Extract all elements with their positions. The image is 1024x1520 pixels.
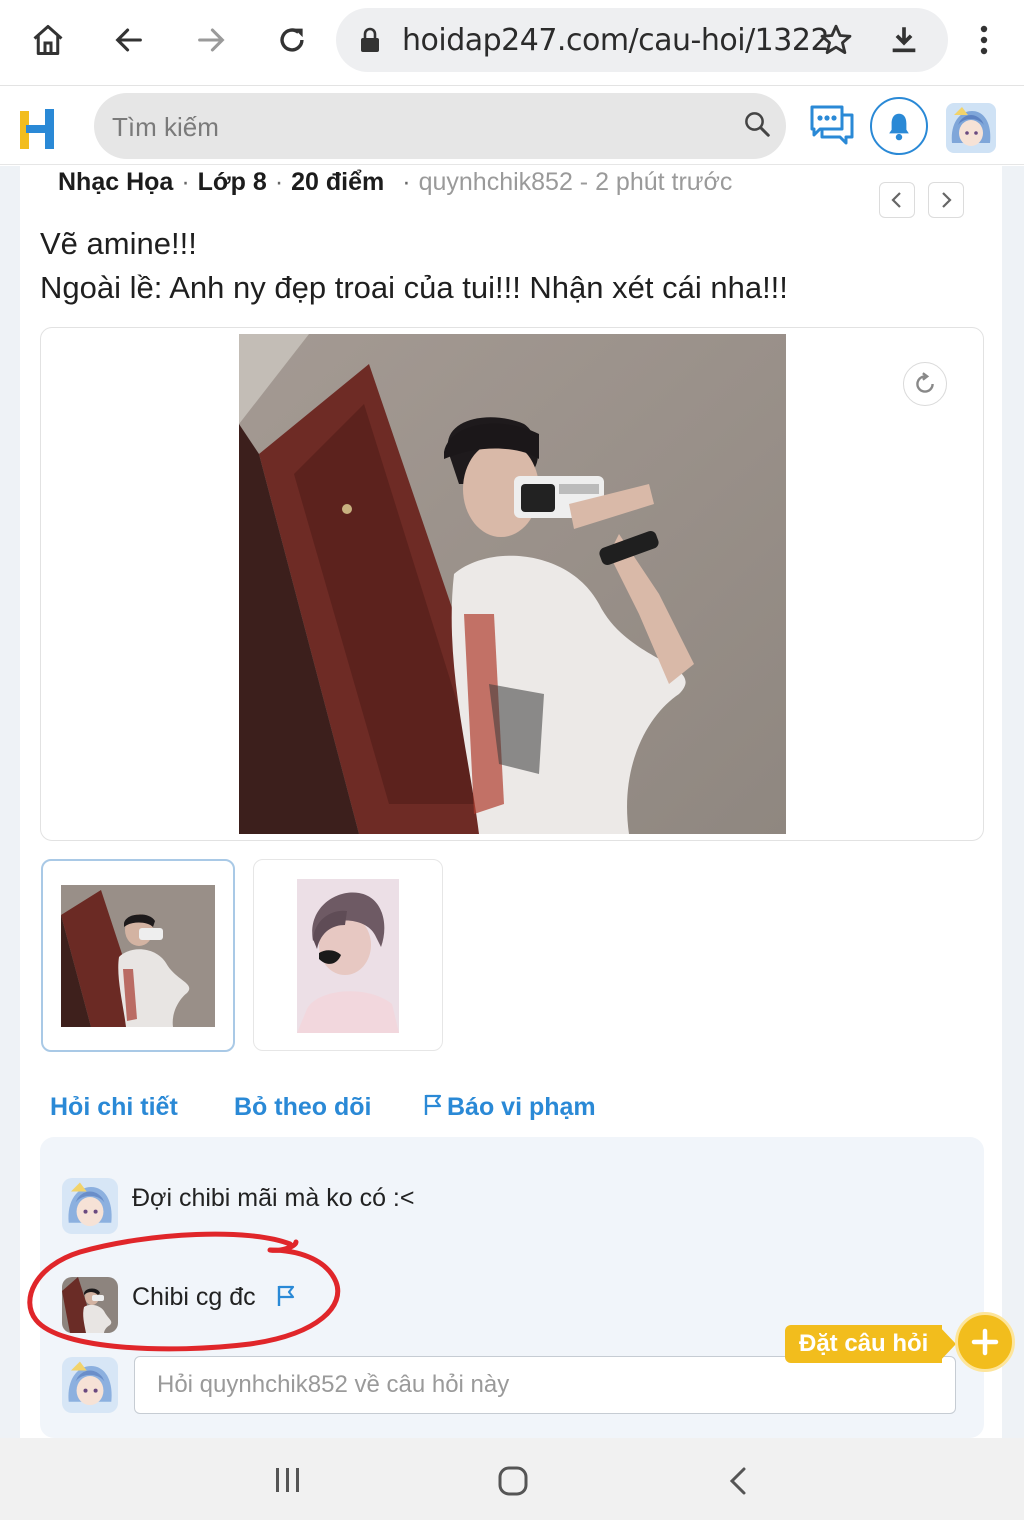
lock-icon: [358, 26, 382, 59]
back-nav-icon[interactable]: [726, 1466, 750, 1501]
prev-question-button[interactable]: [879, 182, 915, 218]
chat-icon[interactable]: [806, 99, 858, 151]
unfollow-link[interactable]: Bỏ theo dõi: [234, 1093, 371, 1122]
comment-text: Đợi chibi mãi mà ko có :<: [132, 1184, 415, 1212]
ask-label-arrow: [938, 1325, 956, 1363]
question-title: Vẽ amine!!! Ngoài lề: Anh ny đẹp troai c…: [40, 222, 788, 310]
question-meta: Nhạc Họa · Lớp 8 · 20 điểm · quynhchik852 - 2 …: [58, 168, 733, 196]
search-bar[interactable]: Tìm kiếm: [94, 93, 786, 159]
site-logo[interactable]: [18, 107, 60, 156]
grade-link[interactable]: Lớp 8: [198, 168, 267, 196]
author-time[interactable]: quynhchik852 - 2 phút trước: [419, 168, 733, 196]
question-title-line: Ngoài lề: Anh ny đẹp troai của tui!!! Nh…: [40, 270, 788, 305]
back-icon[interactable]: [103, 14, 155, 66]
comment-avatar[interactable]: [62, 1277, 118, 1333]
ask-question-input[interactable]: [134, 1356, 956, 1414]
site-header: Tìm kiếm: [0, 87, 1024, 165]
plus-icon: [971, 1328, 999, 1356]
points-label: 20 điểm: [291, 168, 385, 196]
url-text: hoidap247.com/cau-hoi/1322: [402, 23, 830, 58]
question-title-line: Vẽ amine!!!: [40, 226, 197, 261]
browser-toolbar: hoidap247.com/cau-hoi/1322: [0, 0, 1024, 86]
search-icon[interactable]: [742, 109, 772, 144]
thumbnail-2[interactable]: [253, 859, 443, 1051]
star-icon[interactable]: [818, 22, 854, 63]
bell-icon[interactable]: [870, 97, 928, 155]
comment-avatar[interactable]: [62, 1178, 118, 1234]
more-vert-icon[interactable]: [958, 14, 1010, 66]
ask-detail-link[interactable]: Hỏi chi tiết: [50, 1093, 178, 1122]
report-label: Báo vi phạm: [447, 1093, 596, 1121]
next-question-button[interactable]: [928, 182, 964, 218]
home-icon[interactable]: [22, 14, 74, 66]
ask-question-label[interactable]: Đặt câu hỏi: [785, 1325, 943, 1363]
subject-link[interactable]: Nhạc Họa: [58, 168, 173, 196]
download-icon[interactable]: [878, 14, 930, 66]
comment-text: Chibi cg đc: [132, 1283, 256, 1311]
report-link[interactable]: Báo vi phạm: [423, 1093, 596, 1122]
home-nav-icon[interactable]: [496, 1464, 530, 1503]
reload-icon[interactable]: [266, 14, 318, 66]
user-avatar[interactable]: [946, 103, 996, 153]
ask-question-fab[interactable]: [955, 1312, 1015, 1372]
report-flag-icon[interactable]: [276, 1284, 296, 1313]
search-input[interactable]: Tìm kiếm: [112, 112, 219, 143]
question-photo[interactable]: [239, 334, 786, 834]
thumbnail-1[interactable]: [41, 859, 235, 1052]
flag-icon: [424, 1094, 442, 1115]
rotate-image-button[interactable]: [903, 362, 947, 406]
forward-icon[interactable]: [185, 14, 237, 66]
address-bar[interactable]: hoidap247.com/cau-hoi/1322: [336, 8, 948, 72]
current-user-avatar: [62, 1357, 118, 1413]
recent-apps-icon[interactable]: [270, 1466, 306, 1501]
android-nav-bar: [0, 1438, 1024, 1520]
